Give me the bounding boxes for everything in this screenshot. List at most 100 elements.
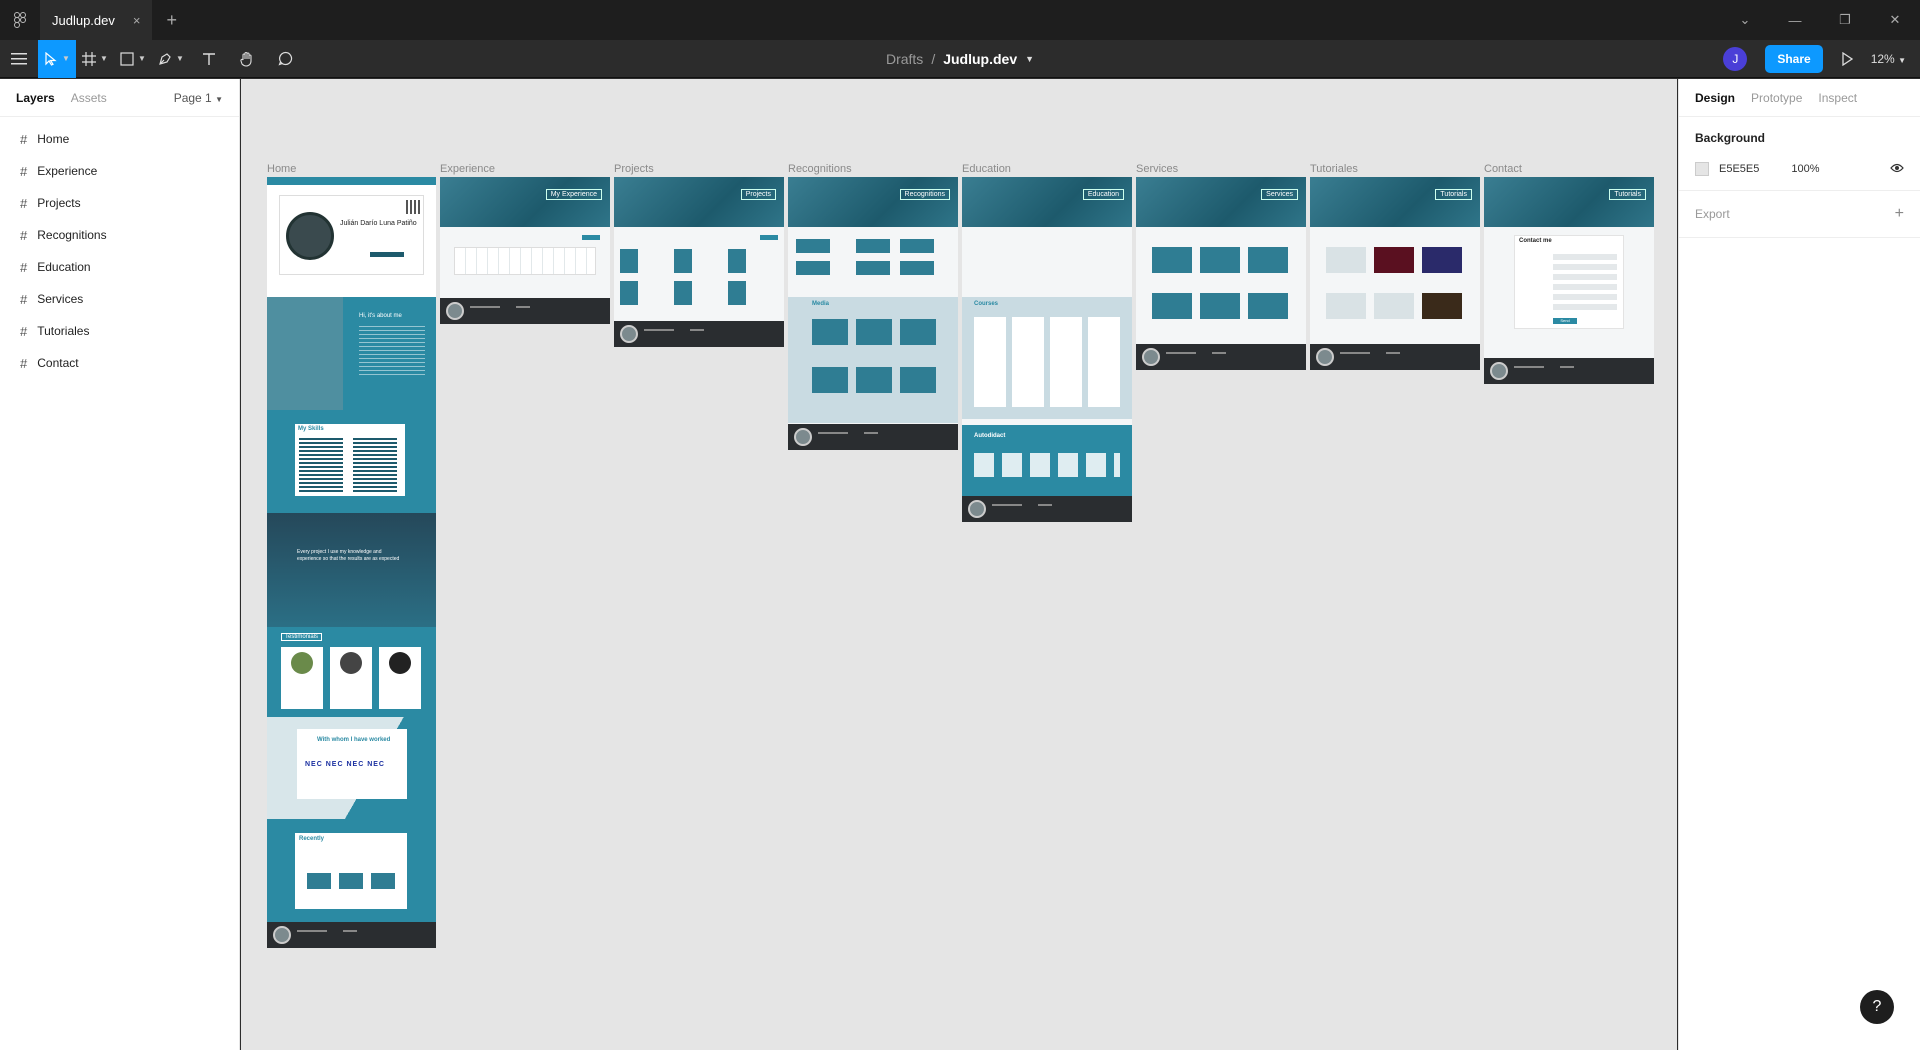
left-panel-tabs: Layers Assets Page 1 ▼ xyxy=(0,79,239,117)
shape-tool-button[interactable]: ▼ xyxy=(114,40,152,78)
layer-item-contact[interactable]: # Contact xyxy=(0,347,239,379)
eye-icon[interactable] xyxy=(1890,161,1904,176)
frame-services[interactable]: Services xyxy=(1136,177,1306,370)
avatar[interactable]: J xyxy=(1723,47,1748,71)
frame-icon: # xyxy=(20,291,28,307)
avatar xyxy=(273,926,291,944)
avatar xyxy=(620,325,638,343)
close-tab-icon[interactable]: × xyxy=(133,13,141,28)
frame-education[interactable]: Education Courses Autodidact xyxy=(962,177,1132,522)
pen-tool-button[interactable]: ▼ xyxy=(152,40,190,78)
hand-tool-button[interactable] xyxy=(228,40,266,78)
page-selector[interactable]: Page 1 ▼ xyxy=(174,91,223,105)
footer-line xyxy=(818,432,848,434)
frame-projects[interactable]: Projects xyxy=(614,177,784,347)
layer-item-recognitions[interactable]: # Recognitions xyxy=(0,219,239,251)
home-about-title: Hi, it's about me xyxy=(359,313,402,319)
frame-tool-button[interactable]: ▼ xyxy=(76,40,114,78)
tab-prototype[interactable]: Prototype xyxy=(1751,91,1802,105)
frame-recognitions[interactable]: Recognitions Media xyxy=(788,177,958,450)
frame-label-experience[interactable]: Experience xyxy=(440,163,495,175)
layer-item-services[interactable]: # Services xyxy=(0,283,239,315)
experience-footer xyxy=(440,298,610,324)
zoom-level[interactable]: 12% ▼ xyxy=(1871,52,1906,66)
avatar xyxy=(340,652,362,674)
frame-label-recognitions[interactable]: Recognitions xyxy=(788,163,852,175)
menu-icon xyxy=(11,52,27,64)
play-icon[interactable] xyxy=(1841,52,1853,66)
home-about-text xyxy=(359,325,425,375)
frame-label-education[interactable]: Education xyxy=(962,163,1011,175)
chevron-down-icon: ▼ xyxy=(100,54,108,63)
tab-inspect[interactable]: Inspect xyxy=(1818,91,1857,105)
home-recently-section: Recently xyxy=(267,819,436,922)
layer-item-experience[interactable]: # Experience xyxy=(0,155,239,187)
tab-assets[interactable]: Assets xyxy=(71,91,107,105)
layer-item-home[interactable]: # Home xyxy=(0,123,239,155)
tutoriales-footer xyxy=(1310,344,1480,370)
layer-item-education[interactable]: # Education xyxy=(0,251,239,283)
service-thumb xyxy=(1200,293,1240,319)
client-logo-text: NEC xyxy=(305,761,323,768)
frame-home[interactable]: Julián Darío Luna Patiño Hi, it's about … xyxy=(267,177,436,948)
avatar xyxy=(446,302,464,320)
frame-tutoriales[interactable]: Tutorials xyxy=(1310,177,1480,370)
file-tab[interactable]: Judlup.dev × xyxy=(40,0,153,40)
background-opacity-input[interactable]: 100% xyxy=(1791,163,1819,175)
media-thumb xyxy=(856,367,892,393)
frame-label-contact[interactable]: Contact xyxy=(1484,163,1522,175)
frame-experience[interactable]: My Experience xyxy=(440,177,610,324)
client-logo-text: NEC xyxy=(325,761,344,768)
layer-item-tutoriales[interactable]: # Tutoriales xyxy=(0,315,239,347)
media-thumb xyxy=(812,367,848,393)
courses-grid xyxy=(974,317,1120,407)
background-swatch[interactable] xyxy=(1695,161,1709,176)
home-quote-section: Every project I use my knowledge and exp… xyxy=(267,513,436,627)
avatar xyxy=(1142,348,1160,366)
move-tool-button[interactable]: ▼ xyxy=(38,39,76,78)
breadcrumb-drafts[interactable]: Drafts xyxy=(886,51,923,67)
page-selector-label: Page 1 xyxy=(173,90,212,105)
main-menu-button[interactable] xyxy=(0,40,38,78)
layer-label: Experience xyxy=(37,164,98,178)
worked-title: With whom I have worked xyxy=(317,737,391,743)
experience-timeline xyxy=(454,247,596,275)
chevron-down-icon[interactable]: ▼ xyxy=(1025,54,1034,64)
canvas[interactable]: Home Experience Projects Recognitions Ed… xyxy=(241,79,1677,1050)
file-name[interactable]: Judlup.dev xyxy=(943,51,1017,67)
contact-footer xyxy=(1484,358,1654,384)
background-hex-input[interactable]: E5E5E5 xyxy=(1719,163,1759,175)
comment-tool-button[interactable] xyxy=(266,40,304,78)
frame-icon: # xyxy=(20,259,28,275)
figma-logo-icon[interactable] xyxy=(0,0,40,40)
frame-label-tutoriales[interactable]: Tutoriales xyxy=(1310,163,1358,175)
service-thumb xyxy=(1200,247,1240,273)
add-export-icon[interactable]: + xyxy=(1895,205,1904,223)
dropdown-icon[interactable]: ⌄ xyxy=(1720,12,1770,28)
share-button[interactable]: Share xyxy=(1765,45,1823,73)
footer-line xyxy=(1166,352,1196,354)
close-window-button[interactable]: ✕ xyxy=(1870,12,1920,28)
recently-item xyxy=(339,873,363,889)
recognitions-hero: Recognitions xyxy=(788,177,958,227)
frame-contact[interactable]: Tutorials Contact me Send xyxy=(1484,177,1654,384)
tab-design[interactable]: Design xyxy=(1695,91,1735,105)
frame-icon: # xyxy=(20,323,28,339)
minimize-button[interactable]: — xyxy=(1770,13,1820,28)
layer-label: Projects xyxy=(37,196,81,210)
frame-label-home[interactable]: Home xyxy=(267,163,296,175)
new-tab-button[interactable]: + xyxy=(166,10,177,31)
text-tool-button[interactable] xyxy=(190,40,228,78)
frame-label-services[interactable]: Services xyxy=(1136,163,1178,175)
help-button[interactable]: ? xyxy=(1860,990,1894,1024)
restore-button[interactable]: ❐ xyxy=(1820,12,1870,28)
project-thumb xyxy=(674,249,692,273)
rectangle-icon xyxy=(120,51,134,66)
tab-layers[interactable]: Layers xyxy=(16,91,55,105)
right-panel-tabs: Design Prototype Inspect xyxy=(1679,79,1920,117)
home-about-section: Hi, it's about me xyxy=(267,297,436,410)
layer-item-projects[interactable]: # Projects xyxy=(0,187,239,219)
frame-label-projects[interactable]: Projects xyxy=(614,163,654,175)
worked-card: With whom I have worked NEC NEC NEC NEC xyxy=(297,729,407,799)
recognition-card xyxy=(900,261,934,275)
